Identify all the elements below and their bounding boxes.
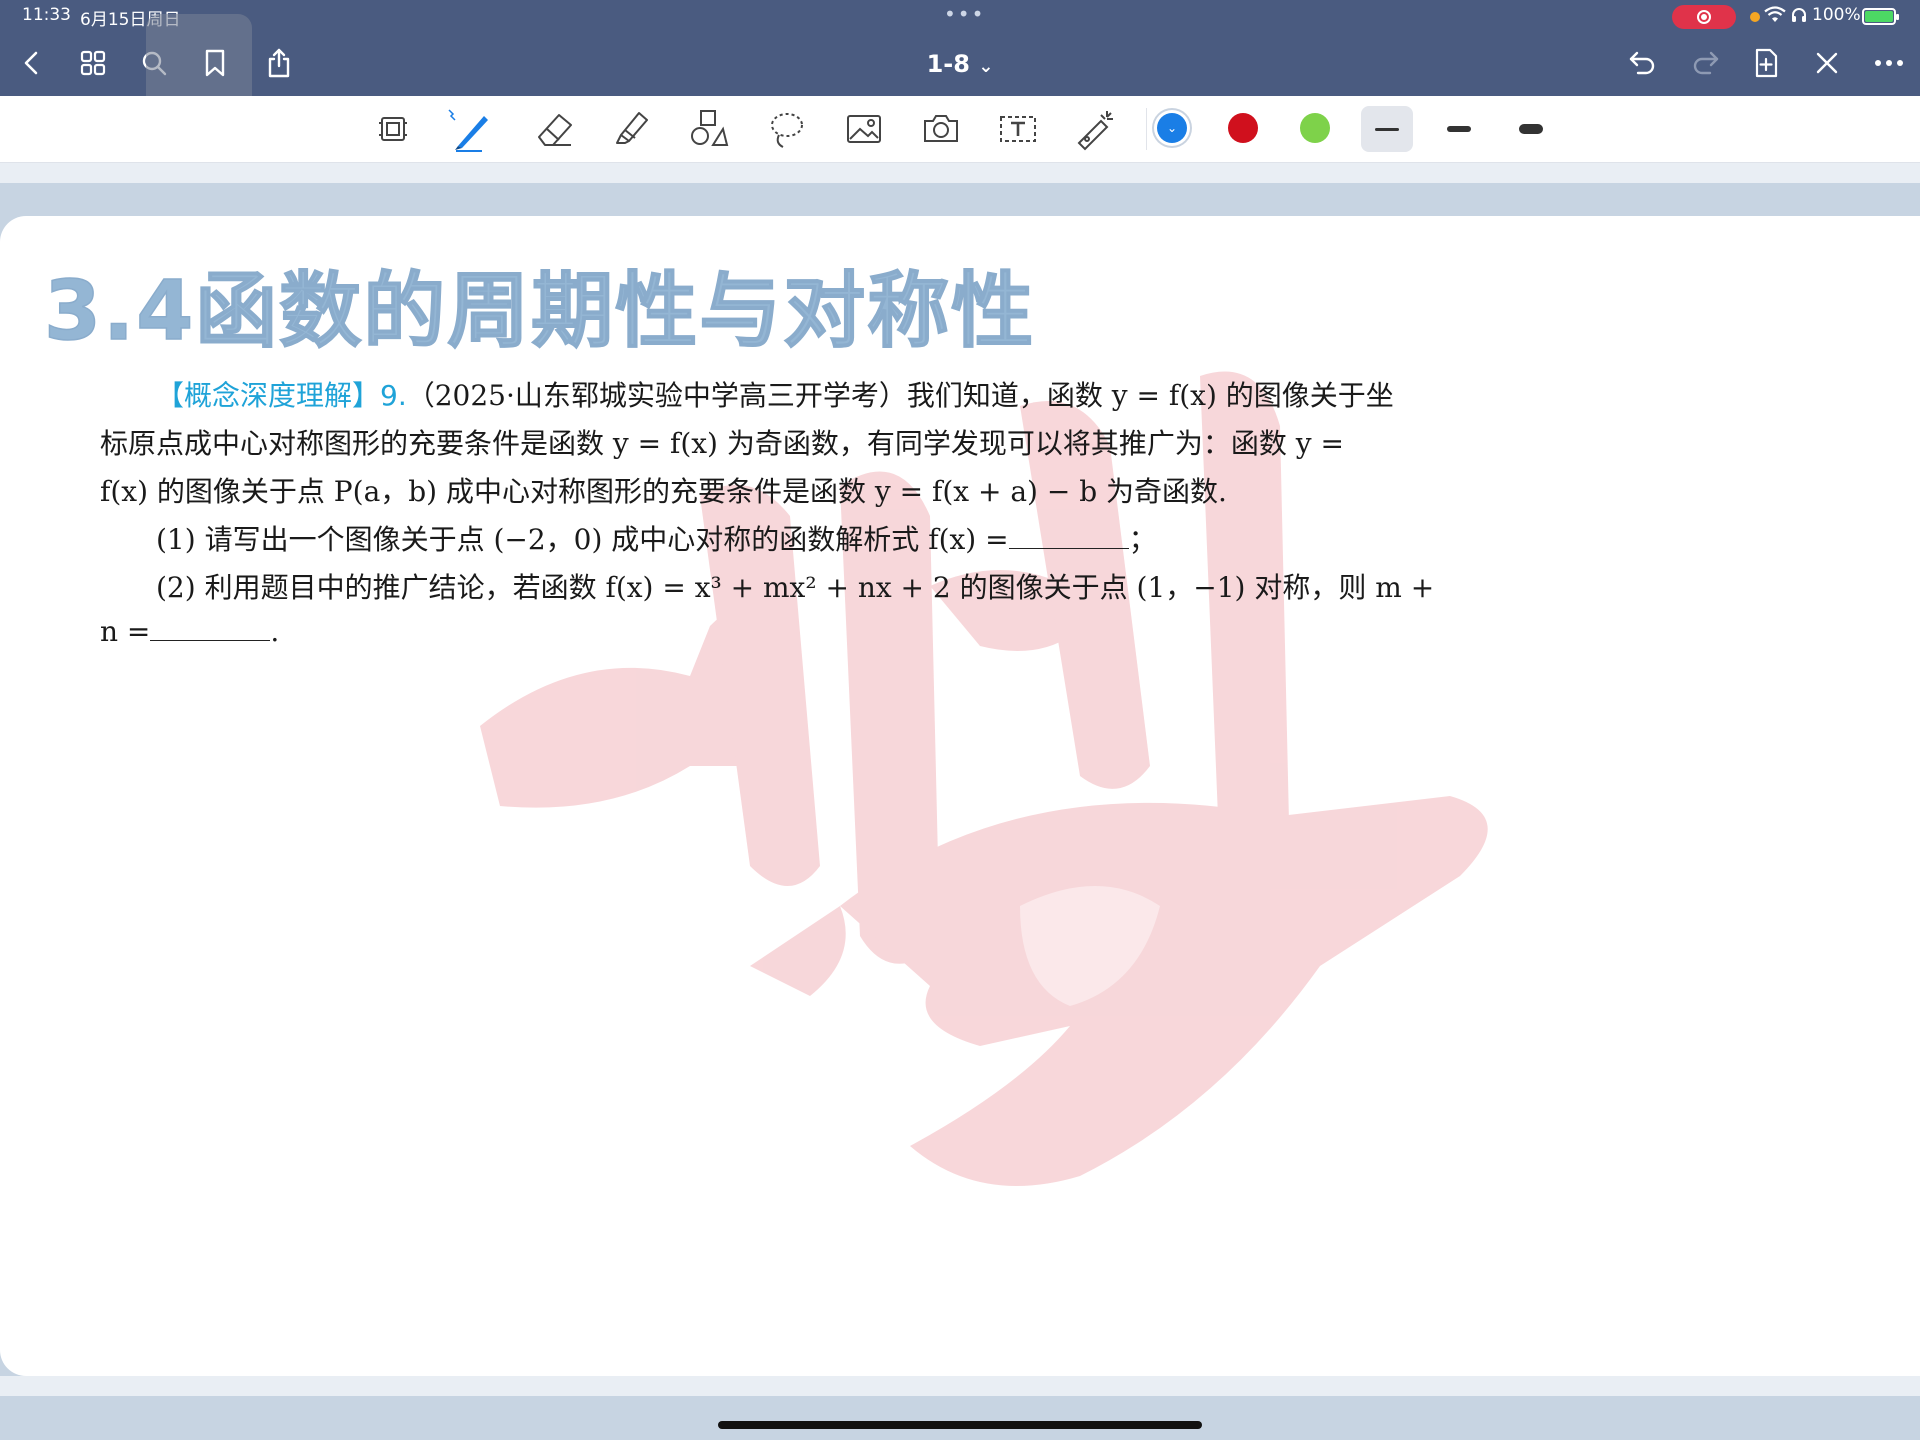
battery-percent: 100%	[1812, 5, 1861, 25]
chevron-down-icon: ⌄	[1166, 121, 1178, 135]
toolbar-shadow	[0, 163, 1920, 183]
shapes-icon[interactable]	[686, 106, 732, 152]
close-pen-icon[interactable]	[1810, 46, 1844, 80]
add-page-icon[interactable]	[1749, 46, 1783, 80]
color-swatch-blue[interactable]: ⌄	[1157, 113, 1187, 143]
problem-text-segment: n =	[100, 615, 151, 648]
battery-icon	[1862, 8, 1899, 25]
thumbnails-grid-icon[interactable]	[76, 46, 110, 80]
bookmark-icon[interactable]	[198, 46, 232, 80]
problem-line: 【概念深度理解】9.（2025·山东郓城实验中学高三开学考）我们知道，函数 y …	[156, 374, 1394, 414]
text-icon[interactable]	[995, 106, 1041, 152]
problem-text-segment: （2025·山东郓城实验中学高三开学考）我们知道，函数 y = f(x) 的图像…	[406, 379, 1394, 412]
top-bar: 11:33 6月15日周日 ••• 100% 1-8 ⌄	[0, 0, 1920, 120]
toolbar-divider	[1146, 108, 1147, 150]
home-indicator[interactable]	[718, 1421, 1202, 1429]
problem-text-segment: 标原点成中心对称图形的充要条件是函数 y = f(x) 为奇函数，有同学发现可以…	[100, 427, 1344, 460]
eraser-icon[interactable]	[532, 106, 578, 152]
document-title: 3.4函数的周期性与对称性	[43, 263, 1036, 360]
chevron-down-icon: ⌄	[978, 56, 994, 77]
pen-icon[interactable]	[446, 106, 492, 152]
page-gap	[0, 1376, 1920, 1396]
multitasking-dots-icon[interactable]: •••	[944, 2, 985, 26]
screen-recording-icon[interactable]	[1672, 5, 1736, 29]
problem-line: (2) 利用题目中的推广结论，若函数 f(x) = x³ + mx² + nx …	[156, 566, 1434, 606]
problem-line: 标原点成中心对称图形的充要条件是函数 y = f(x) 为奇函数，有同学发现可以…	[100, 422, 1344, 462]
answer-blank[interactable]	[150, 614, 271, 641]
headphones-icon	[1792, 8, 1806, 22]
problem-line: f(x) 的图像关于点 P(a，b) 成中心对称图形的充要条件是函数 y = f…	[100, 470, 1227, 510]
lasso-icon[interactable]	[764, 106, 810, 152]
problem-line: n =.	[100, 614, 279, 648]
share-icon[interactable]	[262, 46, 296, 80]
back-icon[interactable]	[14, 46, 48, 80]
problem-line: (1) 请写出一个图像关于点 (−2，0) 成中心对称的函数解析式 f(x) =…	[156, 518, 1157, 558]
problem-text-segment: f(x) 的图像关于点 P(a，b) 成中心对称图形的充要条件是函数 y = f…	[100, 475, 1227, 508]
mic-indicator-icon	[1750, 12, 1760, 22]
page-title-dropdown[interactable]: 1-8 ⌄	[900, 50, 1020, 78]
problem-tag: 【概念深度理解】9.	[156, 379, 407, 412]
problem-text-segment: ；	[1128, 523, 1157, 556]
undo-icon[interactable]	[1626, 46, 1660, 80]
laser-pointer-icon[interactable]	[1072, 106, 1118, 152]
stroke-width-thick[interactable]	[1505, 106, 1557, 152]
answer-blank[interactable]	[1008, 522, 1129, 549]
highlighter-icon[interactable]	[608, 106, 654, 152]
redo-icon[interactable]	[1688, 46, 1722, 80]
stroke-width-medium[interactable]	[1433, 106, 1485, 152]
status-time: 11:33	[22, 5, 71, 25]
problem-text-segment: (1) 请写出一个图像关于点 (−2，0) 成中心对称的函数解析式 f(x) =	[156, 523, 1009, 556]
page-layout-icon[interactable]	[370, 106, 416, 152]
document-page[interactable]: 3.4函数的周期性与对称性 【概念深度理解】9.（2025·山东郓城实验中学高三…	[0, 216, 1920, 1376]
color-swatch-red[interactable]	[1228, 113, 1258, 143]
wifi-icon	[1764, 6, 1786, 22]
problem-text-segment: (2) 利用题目中的推广结论，若函数 f(x) = x³ + mx² + nx …	[156, 571, 1435, 604]
stroke-width-thin[interactable]	[1361, 106, 1413, 152]
problem-text-segment: .	[270, 615, 280, 648]
color-swatch-green[interactable]	[1300, 113, 1330, 143]
image-icon[interactable]	[841, 106, 887, 152]
page-title: 1-8	[926, 50, 970, 78]
camera-icon[interactable]	[918, 106, 964, 152]
more-icon[interactable]	[1872, 46, 1906, 80]
drawing-toolbar: ⌄	[0, 96, 1920, 163]
